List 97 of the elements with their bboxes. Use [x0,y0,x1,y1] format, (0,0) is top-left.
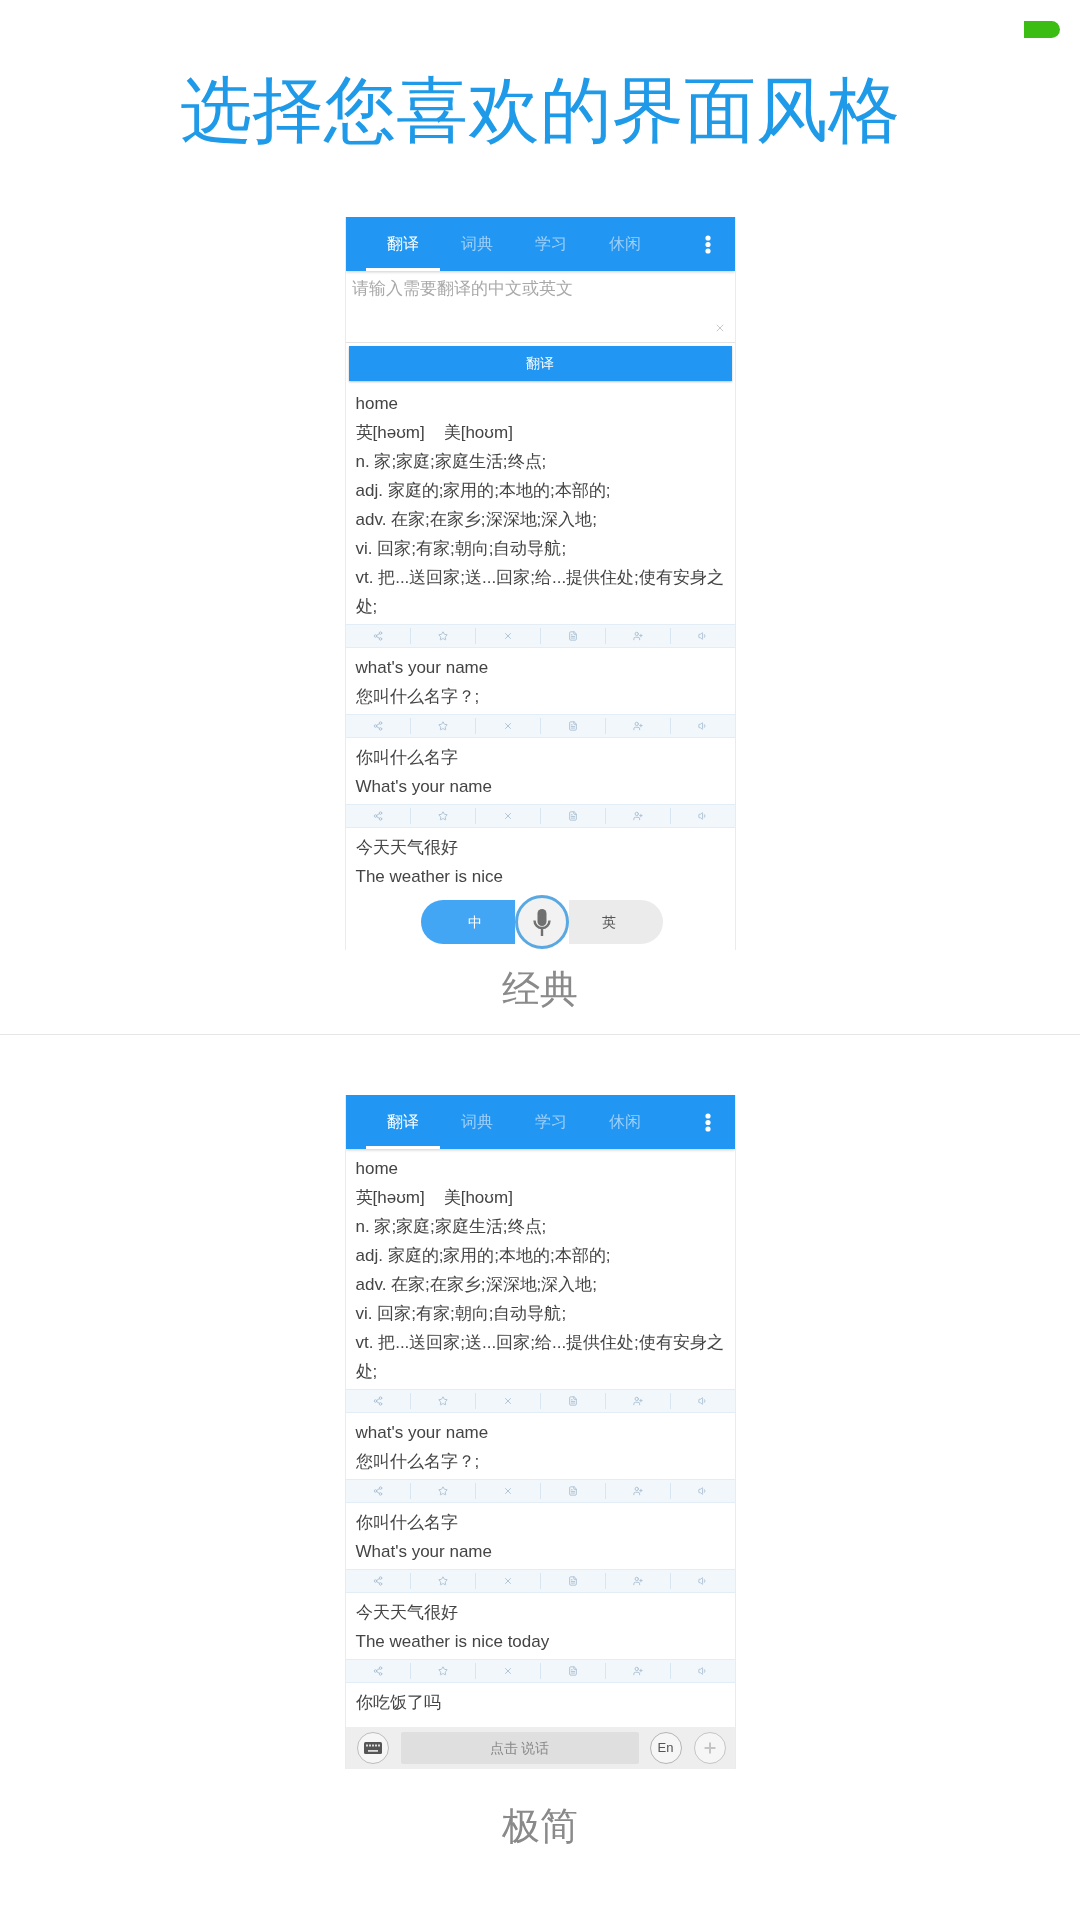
definition-text: adj. 家庭的;家用的;本地的;本部的; [355,1245,611,1267]
close-icon[interactable] [502,721,513,731]
person-add-icon[interactable] [632,811,643,821]
star-icon[interactable] [437,1666,448,1676]
translation-text: The weather is nice [355,866,503,888]
input-field[interactable]: 请输入需要翻译的中文或英文 [345,271,705,342]
star-icon[interactable] [437,1486,448,1496]
definition-text: adj. 家庭的;家用的;本地的;本部的; [355,480,611,502]
tab[interactable]: 词典 [439,217,514,271]
close-icon[interactable] [502,631,513,641]
add-button[interactable] [693,1732,726,1764]
person-add-icon[interactable] [632,1666,643,1676]
definition-text: adv. 在家;在家乡;深深地;深入地; [355,509,597,531]
speaker-icon[interactable] [697,811,708,821]
star-icon[interactable] [437,721,448,731]
document-icon[interactable] [567,811,578,821]
phonetic-text: 英[həʊm] [355,1187,425,1209]
plus-icon [701,1740,718,1756]
share-icon[interactable] [372,1666,383,1676]
source-text: what's your name [355,657,489,679]
source-text: 今天天气很好 [355,1602,458,1624]
page-title: 选择您喜欢的界面风格 [180,74,900,146]
share-icon[interactable] [372,1396,383,1406]
definition-text: vi. 回家;有家;朝向;自动导航; [355,538,567,560]
speaker-icon[interactable] [697,1396,708,1406]
headword-text: home [355,393,399,415]
share-icon[interactable] [372,1576,383,1586]
star-icon[interactable] [437,631,448,641]
style-caption: 经典 [502,970,578,1008]
close-icon[interactable] [502,1396,513,1406]
source-text: 你叫什么名字 [355,747,458,769]
definition-text: vi. 回家;有家;朝向;自动导航; [355,1303,567,1325]
person-add-icon[interactable] [632,1486,643,1496]
speaker-icon[interactable] [697,1576,708,1586]
phonetic-text: 美[hoʊm] [443,1187,513,1209]
document-icon[interactable] [567,721,578,731]
speaker-icon[interactable] [697,1666,708,1676]
share-icon[interactable] [372,631,383,641]
style-caption: 极简 [502,1807,578,1845]
tab[interactable]: 词典 [439,1095,514,1149]
definition-text: n. 家;家庭;家庭生活;终点; [355,1216,547,1238]
keyboard-icon [363,1742,382,1754]
star-icon[interactable] [437,1576,448,1586]
tab[interactable]: 学习 [513,1095,588,1149]
speaker-icon[interactable] [697,721,708,731]
share-icon[interactable] [372,811,383,821]
person-add-icon[interactable] [632,721,643,731]
person-add-icon[interactable] [632,631,643,641]
document-icon[interactable] [567,1666,578,1676]
phonetic-text: 美[hoʊm] [443,422,513,444]
share-icon[interactable] [372,1486,383,1496]
talk-button[interactable]: 点击 说话 [400,1732,639,1764]
document-icon[interactable] [567,1576,578,1586]
close-icon[interactable] [502,811,513,821]
close-icon[interactable] [502,1666,513,1676]
source-text: 你叫什么名字 [355,1512,458,1534]
tab[interactable]: 休闲 [587,217,662,271]
keyboard-button[interactable] [356,1732,389,1764]
source-text: what's your name [355,1422,489,1444]
document-icon[interactable] [567,1486,578,1496]
microphone-button[interactable] [514,895,569,949]
language-option[interactable]: 英 [568,900,663,944]
translation-text: 您叫什么名字？; [355,686,480,708]
translate-button[interactable]: 翻译 [348,346,732,381]
translation-text: What's your name [355,1541,492,1563]
tab[interactable]: 翻译 [365,217,440,271]
microphone-icon [532,908,551,936]
language-button[interactable]: En [649,1732,682,1764]
close-icon[interactable] [502,1486,513,1496]
status-pill-icon [1024,21,1060,38]
definition-text: adv. 在家;在家乡;深深地;深入地; [355,1274,597,1296]
tab[interactable]: 休闲 [587,1095,662,1149]
headword-text: home [355,1158,399,1180]
translation-text: The weather is nice today [355,1631,550,1653]
tab[interactable]: 学习 [513,217,588,271]
document-icon[interactable] [567,1396,578,1406]
star-icon[interactable] [437,811,448,821]
speaker-icon[interactable] [697,1486,708,1496]
share-icon[interactable] [372,721,383,731]
language-option[interactable]: 中 [420,900,515,944]
translation-text: 您叫什么名字？; [355,1451,480,1473]
phonetic-text: 英[həʊm] [355,422,425,444]
more-icon[interactable] [704,234,711,254]
source-text: 你吃饭了吗 [355,1692,441,1714]
source-text: 今天天气很好 [355,837,458,859]
translation-text: What's your name [355,776,492,798]
definition-text: n. 家;家庭;家庭生活;终点; [355,451,547,473]
speaker-icon[interactable] [697,631,708,641]
person-add-icon[interactable] [632,1576,643,1586]
star-icon[interactable] [437,1396,448,1406]
definition-text: vt. 把...送回家;送...回家;给...提供住处;使有安身之处; [355,567,725,618]
person-add-icon[interactable] [632,1396,643,1406]
tab[interactable]: 翻译 [365,1095,440,1149]
definition-text: vt. 把...送回家;送...回家;给...提供住处;使有安身之处; [355,1332,725,1383]
more-icon[interactable] [704,1112,711,1132]
close-icon[interactable] [502,1576,513,1586]
document-icon[interactable] [567,631,578,641]
